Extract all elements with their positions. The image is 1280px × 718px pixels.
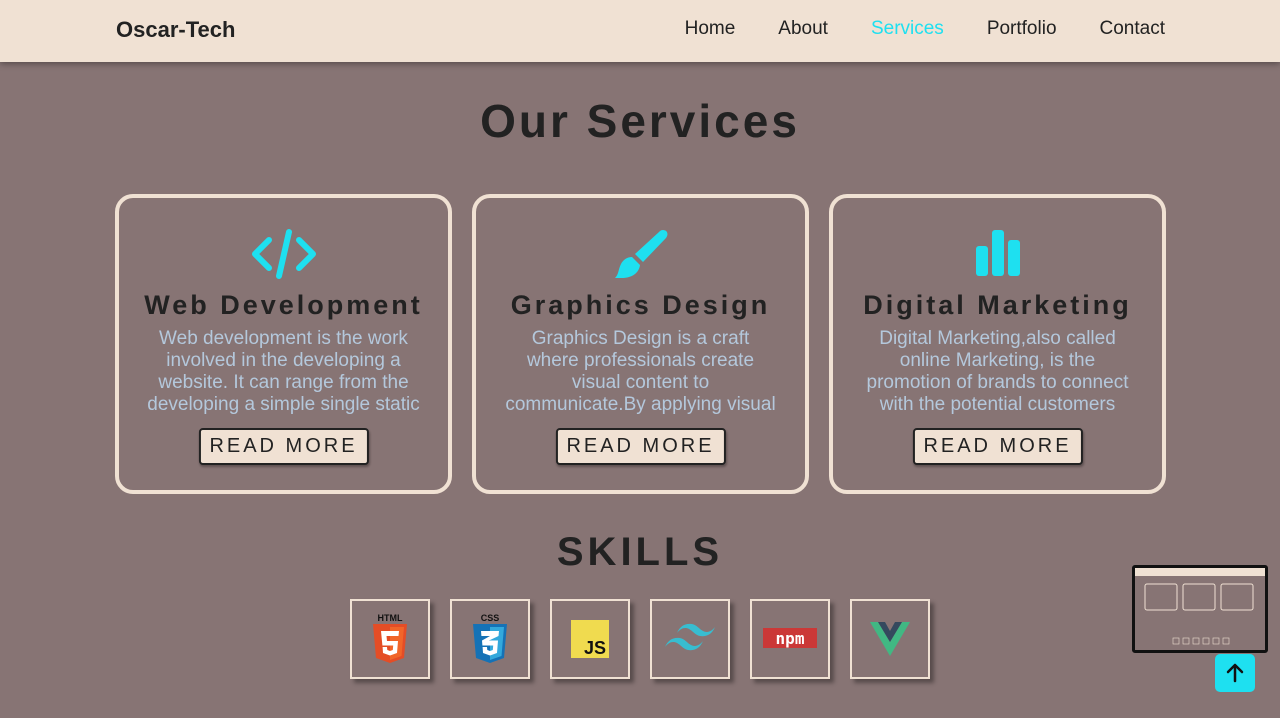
skill-css: CSS [450, 599, 530, 679]
nav-contact[interactable]: Contact [1100, 18, 1165, 40]
service-title: Digital Marketing [863, 290, 1132, 320]
scroll-to-top-button[interactable] [1215, 654, 1255, 692]
svg-text:JS: JS [584, 638, 606, 658]
read-more-button[interactable]: READ MORE [912, 428, 1083, 465]
javascript-icon: JS [571, 620, 609, 658]
skill-tailwind [650, 599, 730, 679]
navbar: Oscar-Tech Home About Services Portfolio… [0, 0, 1280, 62]
vue-icon [870, 622, 910, 656]
code-icon [119, 228, 448, 280]
arrow-up-icon [1226, 663, 1244, 683]
nav-links: Home About Services Portfolio Contact [685, 18, 1165, 40]
nav-services[interactable]: Services [871, 18, 944, 40]
css3-icon: CSS [473, 613, 507, 663]
html5-icon: HTML [373, 613, 407, 663]
skills-title: SKILLS [556, 530, 724, 574]
service-card-digital-marketing: Digital Marketing Digital Marketing,also… [829, 194, 1166, 494]
skill-javascript: JS [550, 599, 630, 679]
svg-text:npm: npm [776, 629, 805, 648]
paint-brush-icon [476, 228, 805, 280]
nav-portfolio[interactable]: Portfolio [987, 18, 1057, 40]
bar-chart-icon [833, 228, 1162, 280]
nav-about[interactable]: About [778, 18, 828, 40]
services-title: Our Services [480, 95, 800, 147]
service-description: Digital Marketing,also called online Mar… [866, 328, 1129, 415]
service-card-graphics-design: Graphics Design Graphics Design is a cra… [472, 194, 809, 494]
service-description: Web development is the work involved in … [147, 328, 420, 415]
service-card-web-development: Web Development Web development is the w… [115, 194, 452, 494]
logo[interactable]: Oscar-Tech [116, 17, 235, 43]
svg-text:HTML: HTML [378, 613, 403, 623]
skill-html: HTML [350, 599, 430, 679]
nav-home[interactable]: Home [685, 18, 736, 40]
skill-vue [850, 599, 930, 679]
service-title: Graphics Design [510, 290, 771, 320]
service-title: Web Development [144, 290, 423, 320]
services-cards: Web Development Web development is the w… [115, 194, 1166, 494]
tailwind-icon [665, 623, 715, 651]
read-more-button[interactable]: READ MORE [555, 428, 726, 465]
read-more-button[interactable]: READ MORE [198, 428, 369, 465]
svg-text:CSS: CSS [481, 613, 500, 623]
npm-icon: npm [763, 628, 817, 648]
skill-npm: npm [750, 599, 830, 679]
service-description: Graphics Design is a craft where profess… [505, 328, 776, 415]
page-preview-thumbnail[interactable] [1132, 565, 1268, 653]
skills-list: HTML CSS JS npm [350, 599, 930, 679]
